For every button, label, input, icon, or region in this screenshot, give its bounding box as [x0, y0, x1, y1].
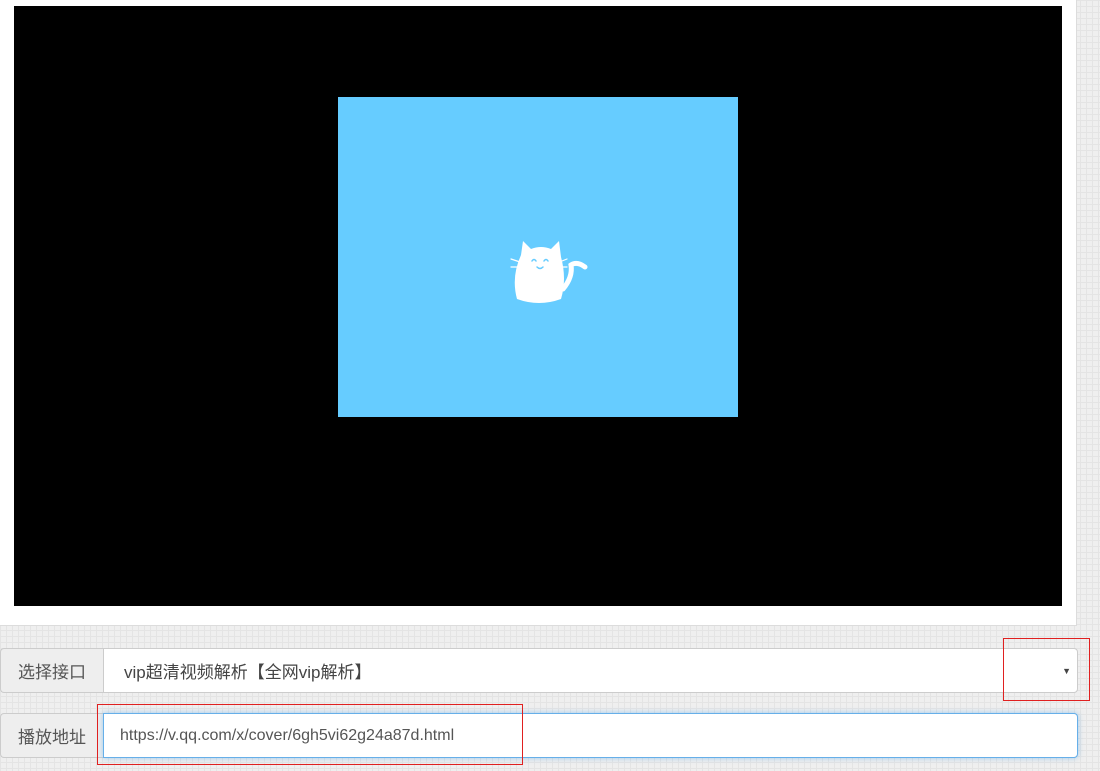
video-url-input[interactable]: [103, 713, 1078, 758]
interface-select[interactable]: vip超清视频解析【全网vip解析】 ▼: [103, 648, 1078, 693]
interface-selected-value: vip超清视频解析【全网vip解析】: [124, 663, 372, 682]
video-poster[interactable]: [338, 97, 738, 417]
address-row: 播放地址: [0, 713, 1078, 758]
interface-label: 选择接口: [0, 648, 103, 693]
interface-row: 选择接口 vip超清视频解析【全网vip解析】 ▼: [0, 648, 1078, 693]
player-panel: [0, 0, 1077, 626]
cat-icon: [510, 241, 588, 303]
video-player[interactable]: [14, 6, 1062, 606]
address-label: 播放地址: [0, 713, 103, 758]
chevron-down-icon[interactable]: ▼: [1062, 666, 1071, 676]
